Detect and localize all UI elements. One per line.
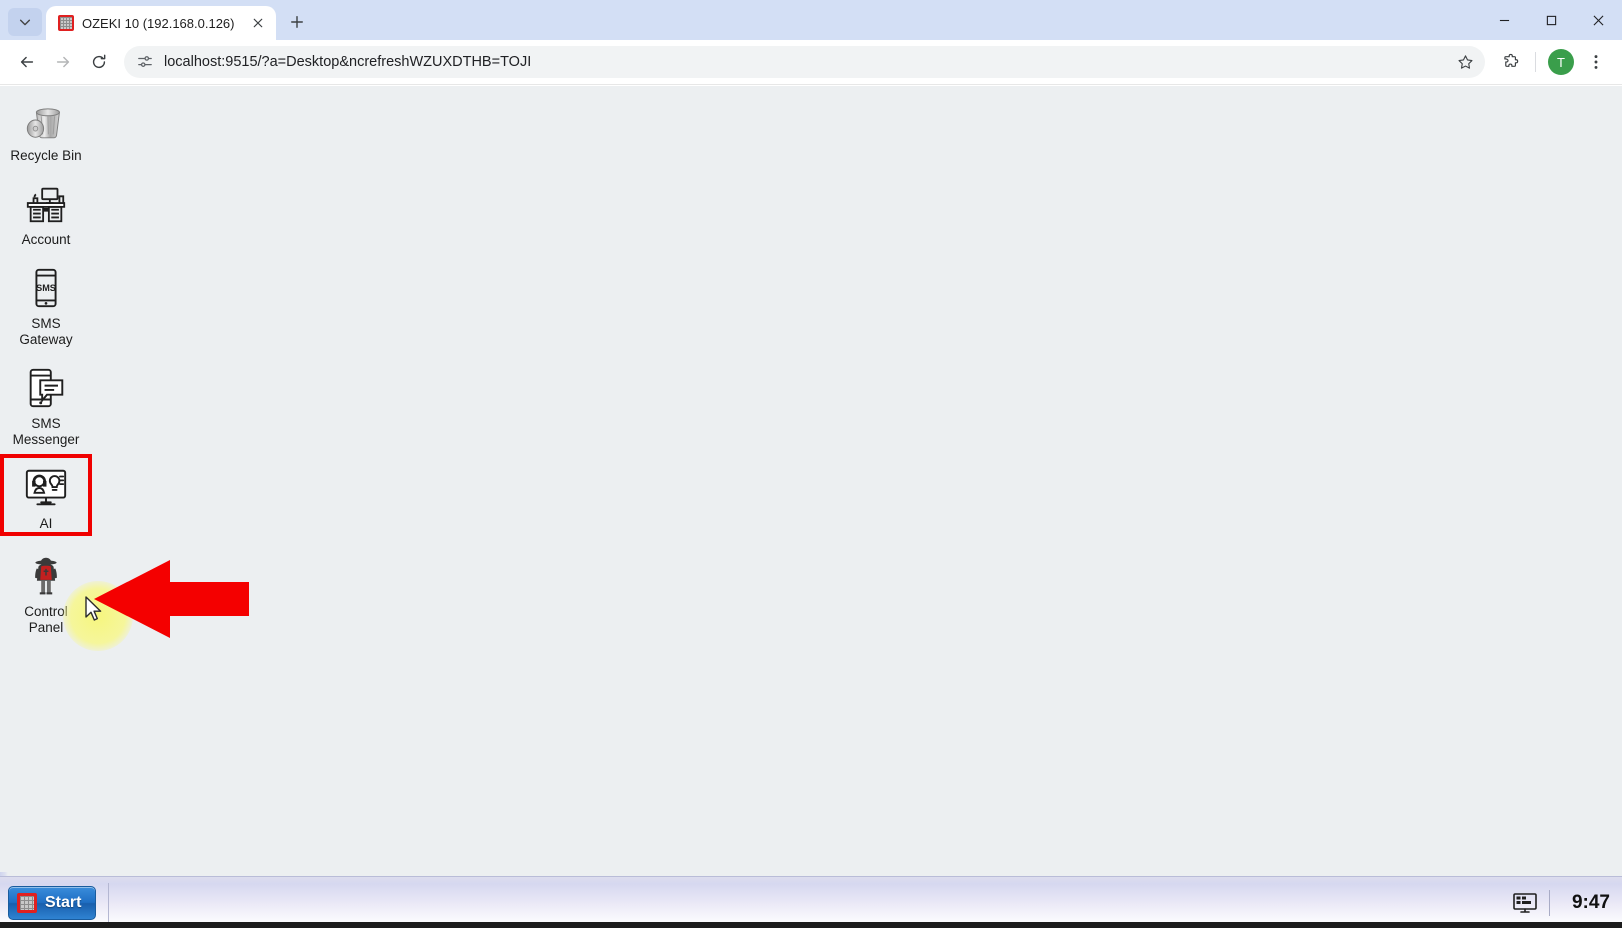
- ozeki-grid-icon: [17, 892, 37, 913]
- desktop-icon-label: Recycle Bin: [10, 148, 82, 163]
- desktop-icon-sms-messenger[interactable]: SMS Messenger: [4, 358, 88, 448]
- recycle-bin-icon: [22, 96, 70, 144]
- ai-monitor-icon: [22, 464, 70, 512]
- url-text: localhost:9515/?a=Desktop&ncrefreshWZUXD…: [164, 54, 532, 70]
- desktop-icon-sms-gateway[interactable]: SMS SMS Gateway: [4, 258, 88, 348]
- maximize-icon: [1546, 15, 1557, 25]
- start-button[interactable]: Start: [8, 885, 97, 920]
- close-window-icon: [1593, 15, 1604, 25]
- star-icon: [1457, 54, 1473, 69]
- back-button[interactable]: [10, 45, 44, 79]
- taskbar-divider: [108, 882, 110, 923]
- desktop-icon-column: Recycle Bin Account SMS SMS Gateway SMS …: [0, 90, 92, 646]
- maximize-button[interactable]: [1528, 0, 1575, 40]
- tab-search-button[interactable]: [8, 8, 42, 36]
- desktop-icon-label: SMS Gateway: [19, 316, 73, 347]
- desktop-icon-recycle-bin[interactable]: Recycle Bin: [4, 90, 88, 164]
- minimize-button[interactable]: [1481, 0, 1528, 40]
- minimize-icon: [1499, 19, 1510, 21]
- browser-toolbar: localhost:9515/?a=Desktop&ncrefreshWZUXD…: [0, 40, 1622, 85]
- svg-text:SMS: SMS: [36, 283, 56, 293]
- address-bar[interactable]: localhost:9515/?a=Desktop&ncrefreshWZUXD…: [124, 46, 1485, 78]
- taskbar-clock[interactable]: 9:47: [1560, 892, 1610, 914]
- extensions-button[interactable]: [1495, 46, 1527, 78]
- bookmark-button[interactable]: [1451, 48, 1479, 76]
- desktop-icon-account[interactable]: Account: [4, 174, 88, 248]
- close-icon[interactable]: [248, 13, 268, 33]
- profile-avatar[interactable]: T: [1548, 49, 1574, 75]
- three-dots-icon: [1594, 55, 1598, 69]
- desk-computer-icon: [22, 180, 70, 228]
- close-x-icon: [253, 18, 263, 28]
- reload-button[interactable]: [82, 45, 116, 79]
- tune-sliders-icon: [138, 56, 152, 67]
- ozeki-desktop[interactable]: Recycle Bin Account SMS SMS Gateway SMS …: [0, 86, 1622, 872]
- desktop-taskbar: Start 9:47: [0, 876, 1622, 928]
- display-monitor-icon[interactable]: [1511, 891, 1539, 915]
- start-button-label: Start: [45, 893, 82, 911]
- new-tab-button[interactable]: [282, 7, 312, 37]
- sms-phone-icon: SMS: [22, 264, 70, 312]
- plus-icon: [291, 16, 303, 28]
- page-viewport: Recycle Bin Account SMS SMS Gateway SMS …: [0, 86, 1622, 928]
- desktop-icon-label: SMS Messenger: [12, 416, 80, 447]
- arrow-right-icon: [56, 56, 70, 68]
- page-bottom-bar: [0, 922, 1622, 928]
- system-tray: 9:47: [1511, 877, 1622, 928]
- desktop-icon-label: Control Panel: [24, 604, 68, 635]
- guard-figure-icon: [22, 552, 70, 600]
- tray-divider: [1549, 889, 1550, 916]
- forward-button[interactable]: [46, 45, 80, 79]
- browser-tab[interactable]: OZEKI 10 (192.168.0.126): [46, 6, 276, 40]
- desktop-icon-label: AI: [39, 516, 53, 531]
- arrow-left-icon: [20, 56, 34, 68]
- browser-window: OZEKI 10 (192.168.0.126) localhost:9515/…: [0, 0, 1622, 928]
- sms-chat-icon: [22, 364, 70, 412]
- desktop-icon-ai[interactable]: AI: [0, 454, 92, 536]
- desktop-icon-control-panel[interactable]: Control Panel: [4, 546, 88, 636]
- reload-icon: [92, 54, 106, 69]
- puzzle-piece-icon: [1504, 53, 1519, 67]
- window-controls: [1481, 0, 1622, 40]
- ozeki-grid-favicon: [58, 15, 74, 31]
- red-pointer-arrow: [92, 554, 250, 644]
- chevron-down-icon: [19, 19, 31, 26]
- tab-strip: OZEKI 10 (192.168.0.126): [0, 0, 1622, 40]
- tab-title: OZEKI 10 (192.168.0.126): [82, 15, 235, 31]
- desktop-icon-label: Account: [21, 232, 71, 247]
- toolbar-divider: [1535, 52, 1536, 72]
- browser-menu-button[interactable]: [1580, 46, 1612, 78]
- site-settings-icon[interactable]: [136, 53, 154, 71]
- close-window-button[interactable]: [1575, 0, 1622, 40]
